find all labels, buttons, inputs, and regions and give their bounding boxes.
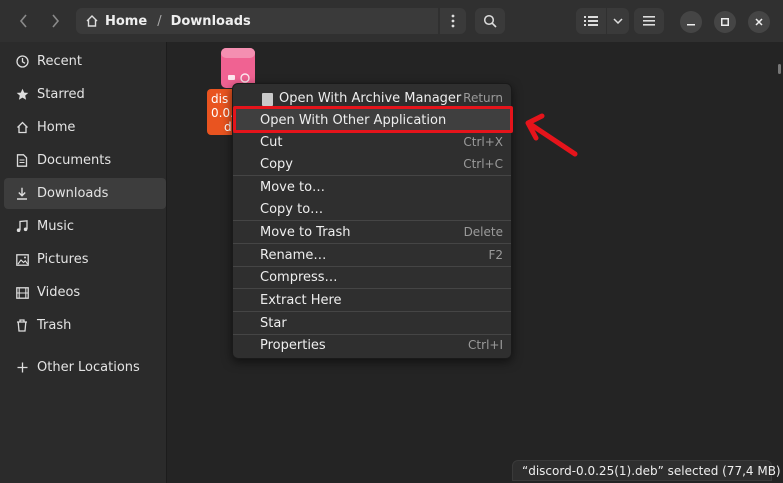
hamburger-icon (643, 16, 655, 26)
sidebar-item-label: Pictures (37, 252, 89, 267)
main-menu-button[interactable] (634, 8, 664, 34)
menu-item-cut[interactable]: Cut Ctrl+X (233, 131, 511, 153)
trash-icon (15, 319, 29, 333)
sidebar-item-label: Trash (37, 318, 72, 333)
search-button[interactable] (475, 8, 505, 34)
sidebar-item-recent[interactable]: Recent (4, 46, 166, 77)
home-icon (15, 121, 29, 135)
minimize-button[interactable] (680, 11, 702, 33)
close-button[interactable] (748, 11, 770, 33)
sidebar-item-other-locations[interactable]: Other Locations (4, 352, 166, 383)
sidebar-item-home[interactable]: Home (4, 112, 166, 143)
minimize-icon (687, 24, 695, 26)
path-bar[interactable]: Home / Downloads (76, 8, 438, 34)
sidebar-item-label: Starred (37, 87, 85, 102)
menu-item-move-to[interactable]: Move to… (233, 176, 511, 198)
list-view-icon (584, 16, 598, 26)
sidebar-item-downloads[interactable]: Downloads (4, 178, 166, 209)
path-segment-downloads[interactable]: Downloads (171, 14, 251, 29)
sidebar-item-label: Documents (37, 153, 112, 168)
view-toggle-button[interactable] (576, 8, 606, 34)
clock-icon (15, 55, 29, 69)
sidebar-item-label: Recent (37, 54, 82, 69)
menu-item-copy-to[interactable]: Copy to… (233, 198, 511, 220)
sidebar-item-label: Downloads (37, 186, 109, 201)
nav-buttons (8, 8, 70, 34)
maximize-icon (721, 18, 729, 26)
sidebar-item-music[interactable]: Music (4, 211, 166, 242)
chevron-right-icon (51, 14, 59, 28)
sidebar-item-trash[interactable]: Trash (4, 310, 166, 341)
plus-icon (15, 361, 29, 375)
chevron-down-icon (613, 18, 623, 24)
highlight-box (233, 106, 513, 133)
menu-item-rename[interactable]: Rename… F2 (233, 244, 511, 266)
status-bar: “discord-0.0.25(1).deb” selected (77,4 M… (512, 460, 781, 481)
close-icon (755, 18, 763, 26)
chevron-left-icon (19, 14, 27, 28)
sidebar-item-label: Music (37, 219, 74, 234)
red-arrow-icon (525, 113, 578, 157)
view-options-dropdown[interactable] (607, 8, 629, 34)
scrollbar-handle[interactable] (778, 64, 781, 74)
path-menu-button[interactable] (440, 8, 466, 34)
menu-item-copy[interactable]: Copy Ctrl+C (233, 153, 511, 175)
package-icon[interactable] (221, 48, 255, 88)
sidebar-item-label: Other Locations (37, 360, 140, 375)
menu-item-extract-here[interactable]: Extract Here (233, 289, 511, 311)
sidebar-item-label: Home (37, 120, 76, 135)
home-icon (86, 15, 98, 27)
archive-icon (262, 93, 273, 106)
sidebar: Recent Starred Home Documents Downloads … (0, 42, 167, 483)
sidebar-item-starred[interactable]: Starred (4, 79, 166, 110)
sidebar-item-pictures[interactable]: Pictures (4, 244, 166, 275)
document-icon (15, 154, 29, 168)
kebab-icon (451, 14, 455, 28)
picture-icon (15, 253, 29, 267)
sidebar-item-videos[interactable]: Videos (4, 277, 166, 308)
maximize-button[interactable] (714, 11, 736, 33)
menu-item-star[interactable]: Star (233, 312, 511, 334)
search-icon (483, 14, 497, 28)
music-icon (15, 220, 29, 234)
header-bar: Home / Downloads (0, 0, 783, 42)
star-icon (15, 88, 29, 102)
back-button[interactable] (8, 8, 39, 34)
video-icon (15, 286, 29, 300)
sidebar-item-documents[interactable]: Documents (4, 145, 166, 176)
download-icon (15, 187, 29, 201)
menu-item-move-to-trash[interactable]: Move to Trash Delete (233, 221, 511, 243)
menu-item-compress[interactable]: Compress… (233, 266, 511, 288)
status-text: “discord-0.0.25(1).deb” selected (77,4 M… (522, 463, 781, 478)
forward-button[interactable] (39, 8, 70, 34)
sidebar-item-label: Videos (37, 285, 81, 300)
path-separator: / (157, 13, 162, 29)
menu-item-properties[interactable]: Properties Ctrl+I (233, 334, 511, 356)
path-segment-home[interactable]: Home (105, 14, 147, 29)
